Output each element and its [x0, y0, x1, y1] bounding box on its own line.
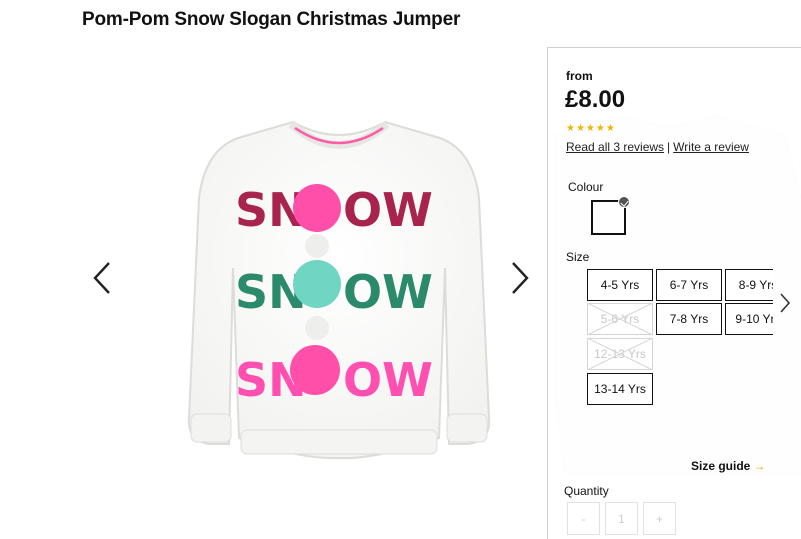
quantity-label: Quantity: [564, 484, 609, 498]
product-title: Pom-Pom Snow Slogan Christmas Jumper: [82, 9, 461, 30]
quantity-input[interactable]: 1: [605, 502, 638, 535]
size-options: 4-5 Yrs 6-7 Yrs 8-9 Yrs 5-6 Yrs 7-8 Yrs …: [587, 269, 773, 414]
size-option[interactable]: 8-9 Yrs: [725, 269, 773, 301]
size-scroll-next-button[interactable]: [775, 290, 795, 316]
arrow-right-icon: →: [753, 459, 766, 473]
size-guide-link[interactable]: Size guide →: [691, 459, 765, 473]
colour-swatch-white[interactable]: [591, 196, 630, 235]
quantity-increase-button[interactable]: +: [643, 502, 676, 535]
rating-stars: ★★★★★: [566, 123, 616, 134]
slogan-row-3-right: OW: [343, 353, 433, 407]
read-reviews-link[interactable]: Read all 3 reviews: [566, 140, 664, 154]
chevron-left-icon: [93, 262, 110, 294]
selected-check-icon: [618, 196, 630, 208]
chevron-right-icon: [512, 262, 529, 294]
size-option-unavailable: 12-13 Yrs: [587, 338, 653, 370]
reviews-separator: |: [667, 140, 671, 154]
size-option[interactable]: 7-8 Yrs: [656, 303, 722, 335]
size-option[interactable]: 9-10 Yrs: [725, 303, 773, 335]
gallery-prev-button[interactable]: [87, 258, 117, 298]
chevron-right-icon: [780, 293, 791, 313]
size-option[interactable]: 13-14 Yrs: [587, 373, 653, 405]
slogan-row-2-right: OW: [343, 265, 433, 319]
reviews-row: Read all 3 reviews | Write a review: [566, 140, 749, 154]
gallery-next-button[interactable]: [505, 258, 535, 298]
product-image: SN OW SN OW SN OW: [187, 120, 491, 460]
size-guide-label: Size guide: [691, 459, 751, 473]
colour-label: Colour: [568, 180, 604, 194]
write-review-link[interactable]: Write a review: [673, 140, 749, 154]
size-option[interactable]: 4-5 Yrs: [587, 269, 653, 301]
size-option-unavailable: 5-6 Yrs: [587, 303, 653, 335]
size-label: Size: [566, 250, 590, 264]
price: £8.00: [565, 86, 626, 113]
size-option[interactable]: 6-7 Yrs: [656, 269, 722, 301]
quantity-decrease-button[interactable]: -: [567, 502, 600, 535]
price-prefix: from: [566, 69, 593, 83]
slogan-row-1-right: OW: [343, 183, 433, 237]
